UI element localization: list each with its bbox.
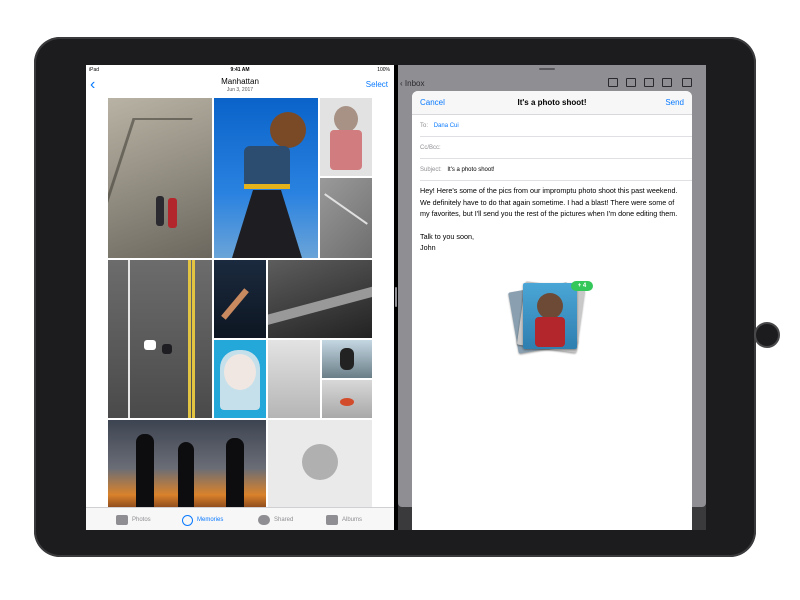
compose-sheet: Cancel It's a photo shoot! Send To: Dana…	[412, 91, 692, 530]
mail-toolbar: ‹ Inbox	[398, 75, 706, 91]
home-button[interactable]	[754, 322, 780, 348]
photo-tile[interactable]	[268, 260, 372, 338]
photo-tile[interactable]	[268, 420, 372, 508]
photo-tile[interactable]	[320, 178, 372, 258]
photo-grid	[108, 98, 372, 508]
attachment-photo	[523, 283, 577, 349]
mail-app: ‹ Inbox Cancel It's a photo shoot! Send …	[398, 65, 706, 530]
subject-value[interactable]: It's a photo shoot!	[447, 167, 494, 173]
body-paragraph: Hey! Here's some of the pics from our im…	[420, 186, 678, 218]
split-view-handle[interactable]	[395, 287, 397, 307]
inbox-back-button[interactable]: ‹ Inbox	[400, 79, 424, 88]
send-button[interactable]: Send	[665, 98, 684, 107]
photo-tile[interactable]	[322, 380, 372, 418]
mail-grabber[interactable]	[539, 68, 555, 70]
tab-shared[interactable]: Shared	[258, 512, 293, 528]
photos-icon	[116, 515, 128, 525]
photos-navbar: ‹ Manhattan Jun 3, 2017 Select	[86, 75, 394, 97]
compose-icon[interactable]	[682, 78, 692, 87]
subject-field[interactable]: Subject: It's a photo shoot!	[420, 159, 692, 181]
tab-label: Photos	[132, 517, 151, 523]
photo-tile[interactable]	[214, 260, 266, 338]
select-button[interactable]: Select	[366, 80, 388, 89]
photo-tile[interactable]	[320, 98, 372, 176]
tab-label: Shared	[274, 517, 294, 523]
ipad-screen: iPad 9:41 AM 100% ‹ Manhattan Jun 3, 201…	[86, 65, 706, 530]
attachment-count-badge: + 4	[571, 281, 593, 291]
to-field[interactable]: To: Dana Cui	[420, 115, 692, 137]
subject-label: Subject:	[420, 167, 442, 173]
photo-tile[interactable]	[214, 340, 266, 418]
folder-icon[interactable]	[626, 78, 636, 87]
tab-photos[interactable]: Photos	[116, 512, 151, 528]
status-time: 9:41 AM	[230, 67, 250, 73]
photo-tile[interactable]	[214, 98, 318, 258]
body-signoff: Talk to you soon,	[420, 231, 474, 241]
body-signature: John	[420, 243, 436, 252]
photo-tile[interactable]	[108, 420, 266, 508]
tab-label: Albums	[342, 517, 363, 523]
tab-albums[interactable]: Albums	[326, 512, 362, 528]
memory-title: Manhattan	[221, 77, 259, 86]
photo-tile[interactable]	[268, 340, 320, 418]
compose-header: Cancel It's a photo shoot! Send	[412, 91, 692, 115]
inbox-label: Inbox	[404, 79, 425, 88]
tab-label: Memories	[197, 517, 224, 523]
trash-icon[interactable]	[644, 78, 654, 87]
message-body[interactable]: Hey! Here's some of the pics from our im…	[420, 185, 682, 254]
to-label: To:	[420, 123, 429, 129]
compose-title: It's a photo shoot!	[517, 98, 587, 107]
ccbcc-label: Cc/Bcc:	[420, 145, 441, 151]
ccbcc-field[interactable]: Cc/Bcc:	[420, 137, 692, 159]
flag-icon[interactable]	[608, 78, 618, 87]
photo-tile[interactable]	[322, 340, 372, 378]
albums-icon	[326, 515, 338, 525]
photo-tile[interactable]	[108, 98, 212, 258]
battery-level: 100%	[377, 67, 390, 73]
tab-memories[interactable]: Memories	[182, 512, 223, 528]
photo-attachment-stack[interactable]: + 4	[508, 279, 593, 359]
photo-tile[interactable]	[108, 260, 212, 418]
memory-date: Jun 3, 2017	[226, 87, 254, 93]
photos-tab-bar: Photos Memories Shared Albums	[86, 507, 394, 530]
status-bar: iPad 9:41 AM 100%	[86, 65, 394, 75]
memories-icon	[182, 514, 193, 526]
to-recipient[interactable]: Dana Cui	[434, 123, 459, 129]
reply-icon[interactable]	[662, 78, 672, 87]
cloud-icon	[258, 515, 270, 525]
photos-app: iPad 9:41 AM 100% ‹ Manhattan Jun 3, 201…	[86, 65, 394, 530]
